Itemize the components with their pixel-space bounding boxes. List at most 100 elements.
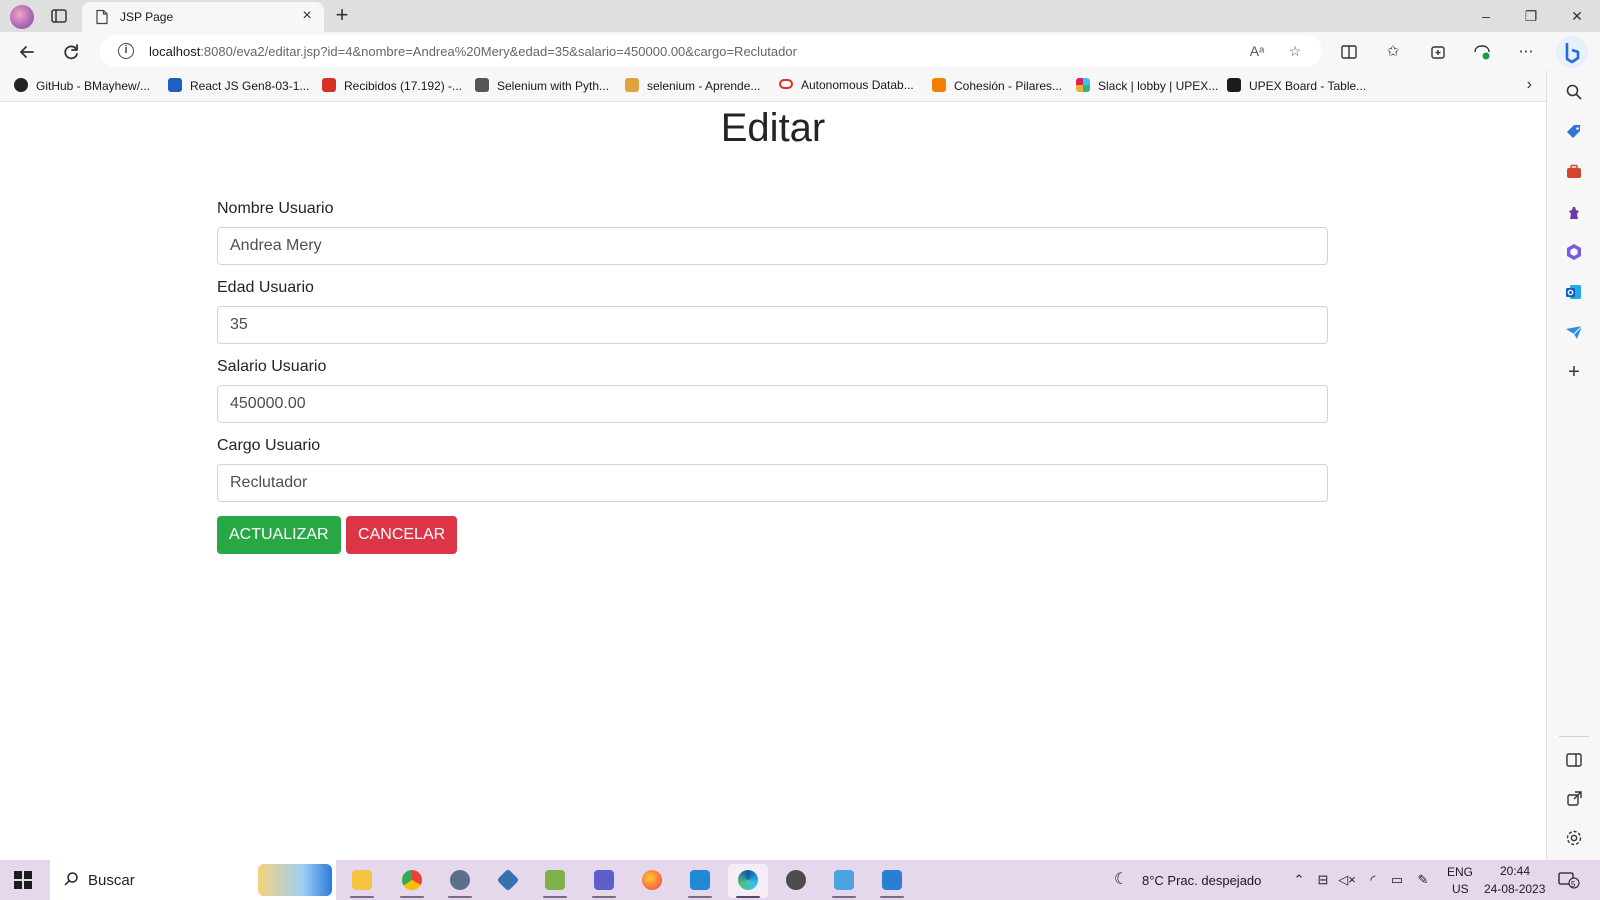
- tools-briefcase-icon[interactable]: [1564, 162, 1584, 182]
- bookmark-label: UPEX Board - Table...: [1249, 79, 1367, 93]
- blogger-icon: [932, 78, 946, 92]
- tab-title: JSP Page: [120, 10, 174, 24]
- vscode-icon[interactable]: [680, 864, 720, 898]
- photos-icon[interactable]: [872, 864, 912, 898]
- windows-taskbar: Buscar ☾ 8°C Prac. despejado ⌃ ⊟ ◁× ◜ ▭ …: [0, 860, 1600, 900]
- edad-label: Edad Usuario: [217, 279, 314, 296]
- clock-time[interactable]: 20:44: [1500, 864, 1530, 878]
- collections-icon[interactable]: [1428, 42, 1448, 62]
- file-explorer-icon[interactable]: [342, 864, 382, 898]
- nombre-input[interactable]: [217, 227, 1328, 265]
- edit-user-form: Nombre Usuario Edad Usuario Salario Usua…: [217, 200, 1328, 554]
- address-bar[interactable]: i localhost:8080/eva2/editar.jsp?id=4&no…: [100, 35, 1322, 67]
- settings-gear-icon[interactable]: [776, 864, 816, 898]
- minimize-button[interactable]: –: [1463, 2, 1509, 30]
- settings-gear-icon[interactable]: [1564, 828, 1584, 848]
- navigation-bar: i localhost:8080/eva2/editar.jsp?id=4&no…: [0, 32, 1600, 70]
- actualizar-button[interactable]: ACTUALIZAR: [217, 516, 341, 554]
- back-arrow-icon[interactable]: [14, 39, 40, 65]
- virtualbox-icon[interactable]: [488, 864, 528, 898]
- bookmark-label: Selenium with Pyth...: [497, 79, 610, 93]
- browser-essentials-icon[interactable]: [1472, 42, 1492, 62]
- more-options-icon[interactable]: ⋯: [1516, 42, 1536, 62]
- taskbar-search[interactable]: Buscar: [50, 860, 336, 900]
- bookmark-blogger[interactable]: Cohesión - Pilares...: [932, 78, 1062, 93]
- microsoft-365-icon[interactable]: [1564, 242, 1584, 262]
- sidebar-divider: [1559, 736, 1589, 737]
- salario-input[interactable]: [217, 385, 1328, 423]
- read-aloud-icon[interactable]: Aᵃ: [1248, 42, 1266, 60]
- chevron-right-icon[interactable]: ›: [1527, 76, 1532, 94]
- clock-date[interactable]: 24-08-2023: [1484, 882, 1545, 896]
- chrome-icon[interactable]: [392, 864, 432, 898]
- close-tab-icon[interactable]: ×: [298, 7, 316, 25]
- bookmark-react[interactable]: React JS Gen8-03-1...: [168, 78, 309, 93]
- add-icon[interactable]: +: [1564, 362, 1584, 382]
- tab-jsp-page[interactable]: JSP Page ×: [82, 2, 324, 32]
- notifications-icon[interactable]: 5: [1558, 871, 1580, 889]
- wifi-icon[interactable]: ◜: [1364, 871, 1382, 889]
- bookmark-oracle[interactable]: Autonomous Datab...: [779, 78, 914, 92]
- page-title: Editar: [720, 106, 826, 150]
- battery-display-icon[interactable]: ▭: [1388, 871, 1406, 889]
- profile-avatar[interactable]: [10, 5, 34, 29]
- bookmark-label: selenium - Aprende...: [647, 79, 761, 93]
- tab-strip: JSP Page × + – ❐ ✕: [0, 0, 1600, 32]
- search-placeholder: Buscar: [88, 872, 135, 889]
- weather-text[interactable]: 8°C Prac. despejado: [1142, 873, 1261, 888]
- volume-muted-icon[interactable]: ◁×: [1338, 871, 1356, 889]
- bookmark-slack[interactable]: Slack | lobby | UPEX...: [1076, 78, 1218, 93]
- outlook-icon[interactable]: [1564, 282, 1584, 302]
- chevron-up-icon[interactable]: ⌃: [1290, 871, 1308, 889]
- firefox-icon[interactable]: [632, 864, 672, 898]
- field-group-cargo: Cargo Usuario: [217, 437, 1328, 502]
- refresh-icon[interactable]: [58, 39, 84, 65]
- url-text[interactable]: localhost:8080/eva2/editar.jsp?id=4&nomb…: [149, 44, 797, 59]
- page-content: Editar Nombre Usuario Edad Usuario Salar…: [0, 102, 1546, 860]
- search-icon: [62, 870, 80, 893]
- page-icon: [94, 9, 110, 25]
- search-icon[interactable]: [1564, 82, 1584, 102]
- tab-actions-icon[interactable]: [50, 7, 68, 25]
- salario-label: Salario Usuario: [217, 358, 327, 375]
- edad-input[interactable]: [217, 306, 1328, 344]
- url-host: localhost: [149, 44, 201, 59]
- url-path: :8080/eva2/editar.jsp?id=4&nombre=Andrea…: [200, 44, 797, 59]
- windows-start-icon[interactable]: [14, 871, 32, 889]
- favorites-icon[interactable]: ✩: [1383, 42, 1403, 62]
- weather-moon-icon[interactable]: ☾: [1112, 871, 1130, 889]
- slack-icon: [1076, 78, 1090, 92]
- close-window-button[interactable]: ✕: [1554, 2, 1600, 30]
- shopping-tag-icon[interactable]: [1564, 122, 1584, 142]
- bookmark-gmail[interactable]: Recibidos (17.192) -...: [322, 78, 462, 93]
- chart-app-icon[interactable]: [535, 864, 575, 898]
- copilot-icon[interactable]: [1556, 36, 1588, 68]
- bookmark-github[interactable]: GitHub - BMayhew/...: [14, 78, 150, 93]
- chrome-alt-icon[interactable]: [440, 864, 480, 898]
- teams-icon[interactable]: [584, 864, 624, 898]
- favorite-star-icon[interactable]: ☆: [1286, 42, 1304, 60]
- drop-send-icon[interactable]: [1564, 322, 1584, 342]
- hide-sidebar-icon[interactable]: [1564, 750, 1584, 770]
- bookmarks-bar: GitHub - BMayhew/... React JS Gen8-03-1.…: [0, 70, 1546, 102]
- bookmark-upex[interactable]: UPEX Board - Table...: [1227, 78, 1366, 93]
- split-screen-icon[interactable]: [1339, 42, 1359, 62]
- external-link-icon[interactable]: [1564, 789, 1584, 809]
- new-tab-button[interactable]: +: [330, 4, 354, 28]
- cargo-input[interactable]: [217, 464, 1328, 502]
- bookmark-selenium-python[interactable]: Selenium with Pyth...: [475, 78, 609, 93]
- cancelar-button[interactable]: CANCELAR: [346, 516, 458, 554]
- site-info-icon[interactable]: i: [118, 43, 134, 59]
- form-actions: ACTUALIZAR CANCELAR: [217, 516, 1328, 554]
- maximize-button[interactable]: ❐: [1508, 2, 1554, 30]
- games-icon[interactable]: [1564, 202, 1584, 222]
- language-top[interactable]: ENG: [1447, 865, 1473, 879]
- bookmark-selenium-aprende[interactable]: selenium - Aprende...: [625, 78, 760, 93]
- network-adapter-icon[interactable]: ⊟: [1314, 871, 1332, 889]
- pen-icon[interactable]: ✎: [1414, 871, 1432, 889]
- bookmark-label: Cohesión - Pilares...: [954, 79, 1063, 93]
- remote-desktop-icon[interactable]: [824, 864, 864, 898]
- cargo-label: Cargo Usuario: [217, 437, 321, 454]
- edge-icon[interactable]: [728, 864, 768, 898]
- language-bottom[interactable]: US: [1452, 882, 1469, 896]
